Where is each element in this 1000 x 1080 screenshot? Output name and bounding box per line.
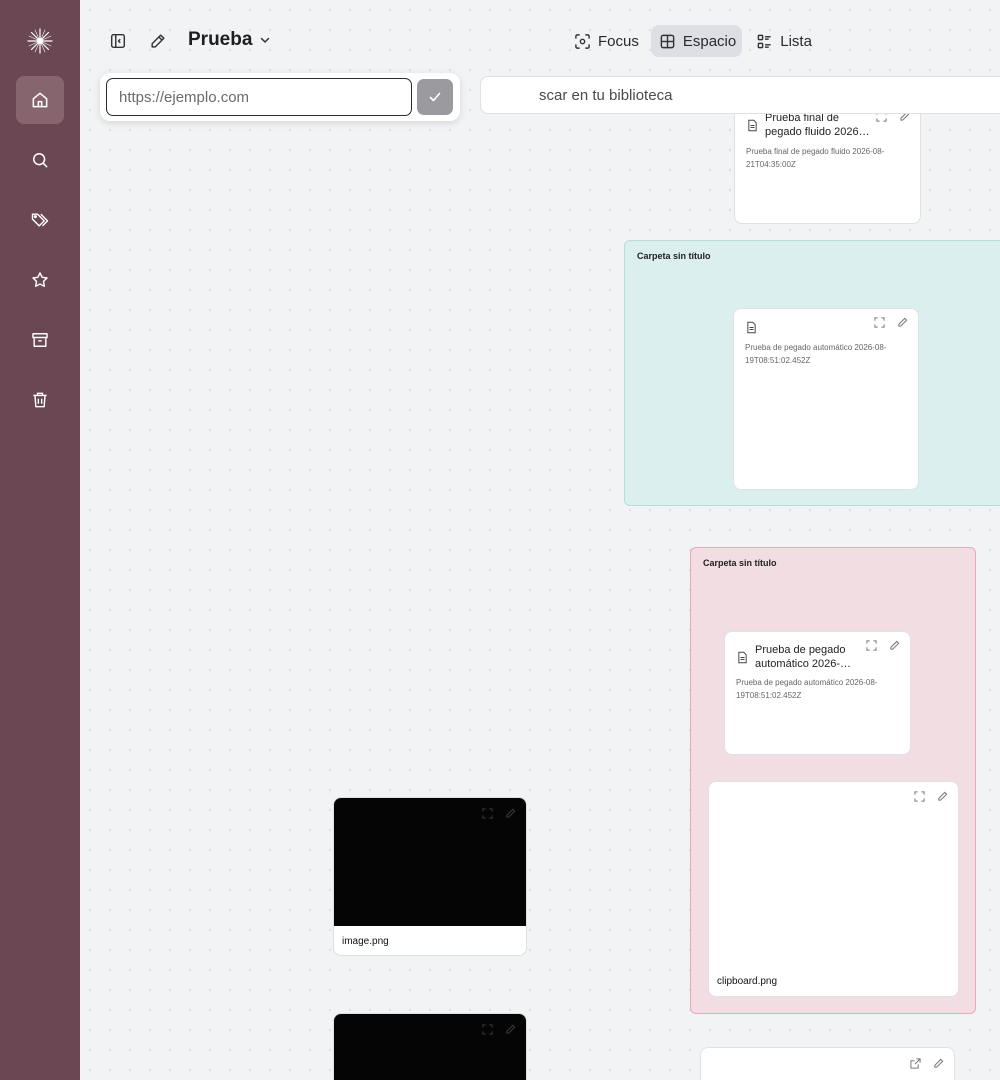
tags-icon xyxy=(31,213,49,227)
expand-icon[interactable] xyxy=(874,317,885,328)
library-search[interactable]: scar en tu biblioteca ⌘K xyxy=(480,76,1000,114)
sidebar-item-archive[interactable] xyxy=(16,316,64,364)
folder-pink[interactable]: Carpeta sin título Prueba de pegado auto… xyxy=(690,547,976,1014)
archive-icon xyxy=(32,333,48,347)
edit-pencil-icon[interactable] xyxy=(897,317,908,328)
folder-title: Carpeta sin título xyxy=(703,558,777,568)
search-icon xyxy=(33,153,48,168)
image-filename: clipboard.png xyxy=(717,976,778,987)
check-icon xyxy=(429,92,441,102)
view-label: Lista xyxy=(780,32,812,50)
image-card-clipboard[interactable]: clipboard.png xyxy=(708,781,959,997)
edit-pencil-icon[interactable] xyxy=(505,808,516,819)
expand-icon[interactable] xyxy=(482,808,493,819)
sidebar-item-tags[interactable] xyxy=(16,196,64,244)
view-focus-button[interactable]: Focus xyxy=(566,25,645,57)
view-switcher: Focus Espacio Lista xyxy=(566,25,818,57)
url-input[interactable]: https://ejemplo.com xyxy=(106,78,412,116)
confirm-url-button[interactable] xyxy=(417,79,453,115)
edit-title-button[interactable] xyxy=(147,30,169,52)
list-icon xyxy=(757,34,771,48)
view-label: Focus xyxy=(598,32,639,50)
expand-icon[interactable] xyxy=(914,791,925,802)
toggle-sidebar-button[interactable] xyxy=(107,30,129,52)
pencil-icon xyxy=(151,34,165,48)
star-icon xyxy=(32,272,48,287)
document-icon xyxy=(748,119,757,132)
note-body: Prueba final de pegado fluido 2026-08-21… xyxy=(746,147,885,169)
page-title: Prueba xyxy=(188,29,253,50)
sidebar-item-trash[interactable] xyxy=(16,376,64,424)
edit-pencil-icon[interactable] xyxy=(937,791,948,802)
grid-icon xyxy=(660,34,675,48)
sidebar xyxy=(0,0,80,1080)
edit-pencil-icon[interactable] xyxy=(933,1058,944,1069)
document-icon xyxy=(738,651,747,664)
note-body: Prueba de pegado automático 2026-08-19T0… xyxy=(745,343,887,365)
logo-sparkle-icon xyxy=(27,28,53,54)
folder-title: Carpeta sin título xyxy=(637,251,711,261)
note-title: Prueba de pegado automático 2026-… xyxy=(755,644,851,670)
sidebar-toggle-icon xyxy=(110,33,126,49)
chevron-down-icon xyxy=(261,37,270,44)
image-filename: image.png xyxy=(342,936,389,947)
focus-icon xyxy=(575,33,590,49)
expand-icon[interactable] xyxy=(482,1024,493,1035)
note-card[interactable]: Prueba de pegado automático 2026-08-19T0… xyxy=(733,308,919,490)
sidebar-item-search[interactable] xyxy=(16,136,64,184)
view-espacio-button[interactable]: Espacio xyxy=(650,25,743,57)
home-icon xyxy=(32,92,48,108)
expand-icon[interactable] xyxy=(866,640,877,651)
external-link-icon[interactable] xyxy=(910,1058,921,1069)
view-label: Espacio xyxy=(682,32,737,50)
sidebar-item-home[interactable] xyxy=(16,76,64,124)
note-card[interactable]: Prueba final de pegado fluido 2026… Prue… xyxy=(734,96,921,224)
link-card[interactable] xyxy=(700,1047,955,1080)
space-title-dropdown[interactable]: Prueba xyxy=(188,29,272,51)
view-lista-button[interactable]: Lista xyxy=(748,25,818,57)
search-input[interactable]: scar en tu biblioteca xyxy=(539,87,672,104)
edit-pencil-icon[interactable] xyxy=(505,1024,516,1035)
note-title: Prueba final de pegado fluido 2026… xyxy=(765,112,870,138)
note-card[interactable]: Prueba de pegado automático 2026-… Prueb… xyxy=(724,631,911,755)
image-card[interactable] xyxy=(333,1013,527,1080)
document-icon xyxy=(747,321,756,334)
canvas[interactable]: Carpeta sin título Prueba de pegado auto… xyxy=(80,0,1000,1080)
image-card[interactable]: image.png xyxy=(333,797,527,956)
trash-icon xyxy=(33,392,47,408)
note-body: Prueba de pegado automático 2026-08-19T0… xyxy=(736,678,878,700)
sidebar-item-favorites[interactable] xyxy=(16,256,64,304)
edit-pencil-icon[interactable] xyxy=(889,640,900,651)
add-url-popover: https://ejemplo.com xyxy=(100,73,460,121)
folder-teal[interactable]: Carpeta sin título Prueba de pegado auto… xyxy=(624,240,1000,506)
